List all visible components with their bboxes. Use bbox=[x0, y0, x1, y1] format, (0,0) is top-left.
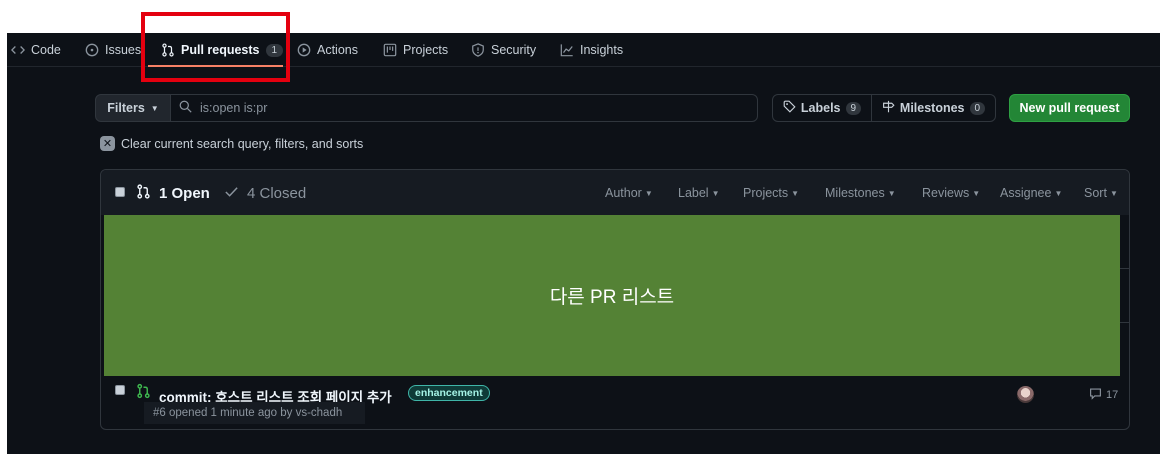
open-filter-link[interactable]: 1 Open bbox=[136, 184, 210, 203]
tab-pull-requests-label: Pull requests bbox=[181, 43, 260, 57]
projects-filter-label: Projects bbox=[743, 186, 789, 200]
label-filter[interactable]: Label ▼ bbox=[678, 186, 720, 200]
tab-security-label: Security bbox=[491, 43, 537, 57]
play-icon bbox=[297, 43, 311, 57]
project-icon bbox=[383, 43, 397, 57]
reviews-filter-label: Reviews bbox=[922, 186, 970, 200]
tab-insights[interactable]: Insights bbox=[560, 33, 623, 67]
filters-button[interactable]: Filters ▼ bbox=[95, 94, 171, 122]
filters-button-label: Filters bbox=[107, 101, 145, 115]
tab-projects[interactable]: Projects bbox=[383, 33, 448, 67]
other-pr-list-placeholder: 다른 PR 리스트 bbox=[104, 215, 1120, 376]
assignee-filter[interactable]: Assignee ▼ bbox=[1000, 186, 1062, 200]
tab-projects-label: Projects bbox=[403, 43, 449, 57]
new-pull-request-button[interactable]: New pull request bbox=[1009, 94, 1130, 122]
reviews-filter[interactable]: Reviews ▼ bbox=[922, 186, 980, 200]
author-filter[interactable]: Author ▼ bbox=[605, 186, 653, 200]
pull-requests-count-badge: 1 bbox=[265, 43, 284, 57]
search-input[interactable] bbox=[200, 101, 740, 115]
chevron-down-icon: ▼ bbox=[150, 103, 159, 113]
avatar[interactable] bbox=[1017, 386, 1034, 403]
closed-count-label: 4 Closed bbox=[247, 185, 307, 202]
labels-button[interactable]: Labels 9 bbox=[772, 94, 872, 122]
chevron-down-icon: ▼ bbox=[1109, 188, 1118, 198]
code-icon bbox=[11, 43, 25, 57]
chevron-down-icon: ▼ bbox=[644, 188, 653, 198]
pull-request-icon bbox=[161, 43, 175, 57]
milestones-button[interactable]: Milestones 0 bbox=[871, 94, 996, 122]
chevron-down-icon: ▼ bbox=[1054, 188, 1063, 198]
search-field[interactable] bbox=[170, 94, 758, 122]
repo-nav: Code Issues Pull requests 1 Actions Proj… bbox=[7, 33, 1160, 67]
tab-actions-label: Actions bbox=[317, 43, 358, 57]
tab-actions[interactable]: Actions bbox=[297, 33, 358, 67]
open-pull-request-icon bbox=[136, 383, 151, 402]
table-row[interactable]: commit: 호스트 리스트 조회 페이지 추가 enhancement #6… bbox=[101, 376, 1129, 429]
list-header: 1 Open 4 Closed Author ▼ Label ▼ Projects ▼… bbox=[101, 170, 1129, 215]
closed-filter-link[interactable]: 4 Closed bbox=[224, 184, 306, 203]
tab-code-label: Code bbox=[31, 43, 61, 57]
milestones-count-badge: 0 bbox=[969, 101, 986, 115]
check-icon bbox=[224, 184, 239, 203]
comments-count: 17 bbox=[1106, 389, 1119, 401]
tab-insights-label: Insights bbox=[580, 43, 624, 57]
pull-request-icon bbox=[136, 184, 151, 203]
chevron-down-icon: ▼ bbox=[972, 188, 981, 198]
milestones-filter[interactable]: Milestones ▼ bbox=[825, 186, 896, 200]
chevron-down-icon: ▼ bbox=[887, 188, 896, 198]
select-all-checkbox[interactable] bbox=[115, 187, 125, 197]
active-tab-underline bbox=[148, 65, 283, 67]
sort-filter[interactable]: Sort ▼ bbox=[1084, 186, 1118, 200]
row-divider bbox=[1120, 268, 1129, 269]
close-icon: ✕ bbox=[100, 136, 115, 151]
projects-filter[interactable]: Projects ▼ bbox=[743, 186, 799, 200]
row-divider bbox=[1120, 322, 1129, 323]
search-icon bbox=[179, 100, 192, 116]
sort-filter-label: Sort bbox=[1084, 186, 1107, 200]
clear-filters-label: Clear current search query, filters, and… bbox=[121, 136, 364, 151]
clear-filters-link[interactable]: ✕ Clear current search query, filters, a… bbox=[100, 136, 363, 151]
open-count-label: 1 Open bbox=[159, 185, 210, 202]
tab-issues[interactable]: Issues bbox=[85, 33, 141, 67]
pull-request-meta: #6 opened 1 minute ago by vs-chadh bbox=[144, 402, 365, 424]
author-filter-label: Author bbox=[605, 186, 642, 200]
shield-icon bbox=[471, 43, 485, 57]
milestone-icon bbox=[882, 100, 895, 116]
labels-button-label: Labels bbox=[800, 101, 841, 115]
row-checkbox[interactable] bbox=[115, 385, 125, 395]
tab-security[interactable]: Security bbox=[471, 33, 536, 67]
enhancement-label[interactable]: enhancement bbox=[408, 385, 490, 401]
milestones-filter-label: Milestones bbox=[825, 186, 885, 200]
chevron-down-icon: ▼ bbox=[791, 188, 800, 198]
repo-page: Code Issues Pull requests 1 Actions Proj… bbox=[7, 33, 1160, 454]
milestones-button-label: Milestones bbox=[899, 101, 965, 115]
graph-icon bbox=[560, 43, 574, 57]
labels-count-badge: 9 bbox=[845, 101, 862, 115]
comments-link[interactable]: 17 bbox=[1089, 387, 1118, 403]
tab-issues-label: Issues bbox=[105, 43, 142, 57]
tag-icon bbox=[783, 100, 796, 116]
issue-icon bbox=[85, 43, 99, 57]
comment-icon bbox=[1089, 387, 1102, 403]
label-filter-label: Label bbox=[678, 186, 709, 200]
pull-request-list: 1 Open 4 Closed Author ▼ Label ▼ Projects ▼… bbox=[100, 169, 1130, 430]
tab-code[interactable]: Code bbox=[11, 33, 61, 67]
assignee-filter-label: Assignee bbox=[1000, 186, 1052, 200]
tab-pull-requests[interactable]: Pull requests 1 bbox=[161, 33, 284, 67]
chevron-down-icon: ▼ bbox=[711, 188, 720, 198]
placeholder-label: 다른 PR 리스트 bbox=[549, 287, 675, 308]
